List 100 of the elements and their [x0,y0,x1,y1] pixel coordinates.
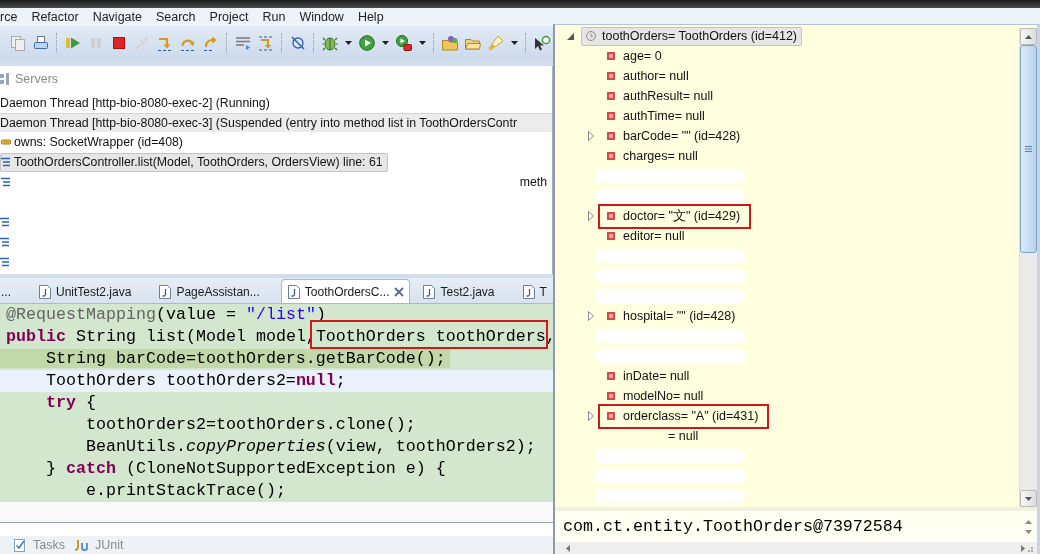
dropdown-caret-icon[interactable] [419,41,426,45]
down-arrow-icon[interactable] [1025,529,1032,534]
field-icon [607,92,615,100]
stack-frame-item[interactable]: meth [0,172,552,192]
close-icon[interactable] [394,286,405,297]
variable-item[interactable]: editor= null [606,226,690,246]
field-icon [607,412,615,420]
step-return-icon[interactable] [203,35,219,51]
menu-item[interactable]: Project [209,10,249,24]
field-icon [607,152,615,160]
editor-tab[interactable]: PageAssistan... [152,279,281,303]
expand-triangle-icon[interactable] [588,211,594,221]
field-icon [607,52,615,60]
field-icon [607,232,615,240]
variable-item[interactable]: doctor= "文" (id=429) [606,206,746,226]
stack-frame-icon [0,217,10,227]
resume-icon[interactable] [65,35,81,51]
java-file-icon [159,284,172,299]
grip-icon [1025,146,1032,152]
stack-frame-icon [0,237,10,247]
down-arrow-icon [1025,496,1032,501]
expand-triangle-icon[interactable] [588,131,594,141]
java-file-icon [39,284,51,299]
field-icon [607,372,615,380]
variable-item[interactable]: authTime= null [606,106,710,126]
right-arrow-icon[interactable] [1021,544,1025,552]
variable-item[interactable]: barCode= "" (id=428) [606,126,746,146]
dropdown-caret-icon[interactable] [511,41,518,45]
dropdown-caret-icon[interactable] [345,41,352,45]
view-tab[interactable]: Servers [15,72,59,86]
brush-icon[interactable] [488,35,504,51]
skip-breakpoints-icon[interactable] [290,35,306,51]
junit-icon [72,539,89,551]
collapse-triangle-icon[interactable] [567,32,574,40]
resize-grip-icon[interactable] [1025,544,1033,552]
printer-icon[interactable] [33,35,49,51]
bug-icon[interactable] [322,35,338,51]
stack-frame-item[interactable]: owns: SocketWrapper (id=408) [0,132,188,152]
java-file-icon [522,284,535,299]
menu-item[interactable]: rce [0,10,18,24]
lock-icon [1,137,11,147]
horizontal-scrollbar[interactable] [555,542,1037,554]
variable-item[interactable]: charges= null [606,146,703,166]
thread-item[interactable]: Daemon Thread [http-bio-8080-exec-3] (Suspended (entry into method list in ToothOrdersContr [0,112,552,132]
clipboard-icon [13,538,27,552]
menu-item[interactable]: Refactor [31,10,79,24]
variable-item[interactable]: hospital= "" (id=428) [606,306,741,326]
up-arrow-icon [1025,34,1032,39]
servers-icon [0,73,10,85]
object-icon [586,31,596,41]
scroll-down-button[interactable] [1020,490,1037,507]
variable-item[interactable]: author= null [606,66,694,86]
run-icon[interactable] [359,35,375,51]
field-icon [607,212,615,220]
up-arrow-icon[interactable] [1025,519,1032,524]
variable-item[interactable]: authResult= null [606,86,718,106]
field-icon [607,112,615,120]
variable-item[interactable]: age= 0 [606,46,667,66]
variable-item[interactable]: modelNo= null [606,386,709,406]
variable-item[interactable]: inDate= null [606,366,695,386]
left-arrow-icon[interactable] [566,544,570,552]
variable-item[interactable]: orderclass= "A" (id=431) [606,406,764,426]
detail-text: com.ct.entity.ToothOrders@73972584 [562,517,904,536]
field-icon [607,392,615,400]
stack-frame-icon [0,257,10,267]
menu-item[interactable]: Window [299,10,344,24]
editor-tab[interactable]: UnitTest2.java [32,279,153,303]
scroll-up-button[interactable] [1020,28,1037,45]
menu-item[interactable]: Navigate [92,10,142,24]
menu-item[interactable]: Run [262,10,286,24]
java-file-icon [287,284,300,299]
editor-tab[interactable]: Test2.java [416,279,516,303]
drop-to-frame-icon[interactable] [235,35,251,51]
editor-tab[interactable]: ... [0,279,32,303]
field-icon [607,312,615,320]
scrollbar[interactable] [1019,28,1037,507]
stack-frame-icon [1,157,11,167]
folder-icon[interactable] [442,35,458,51]
field-icon [607,132,615,140]
step-filter-icon[interactable] [258,35,274,51]
expand-triangle-icon[interactable] [588,411,594,421]
variable-fragment: = null [668,429,699,443]
pages-icon[interactable] [10,35,26,51]
thread-item[interactable]: Daemon Thread [http-bio-8080-exec-2] (Running) [0,92,552,112]
java-file-icon [423,284,436,299]
run-tools-icon[interactable] [396,35,412,51]
stack-frame-item[interactable]: ToothOrdersController.list(Model, ToothOrders, OrdersView) line: 61 [0,152,388,172]
step-into-icon[interactable] [157,35,173,51]
scrollbar-thumb[interactable] [1020,45,1037,253]
menu-item[interactable]: Search [155,10,196,24]
variable-item[interactable]: toothOrders= ToothOrders (id=412) [581,26,802,46]
cursor-icon[interactable] [534,35,550,51]
expand-triangle-icon[interactable] [588,311,594,321]
editor-tab[interactable]: T [515,279,568,303]
field-icon [607,72,615,80]
editor-tab[interactable]: ToothOrdersC... [280,279,411,303]
menu-item[interactable]: Help [357,10,384,24]
dropdown-caret-icon[interactable] [382,41,389,45]
stop-icon[interactable] [111,35,127,51]
stack-frame-icon [1,177,11,187]
